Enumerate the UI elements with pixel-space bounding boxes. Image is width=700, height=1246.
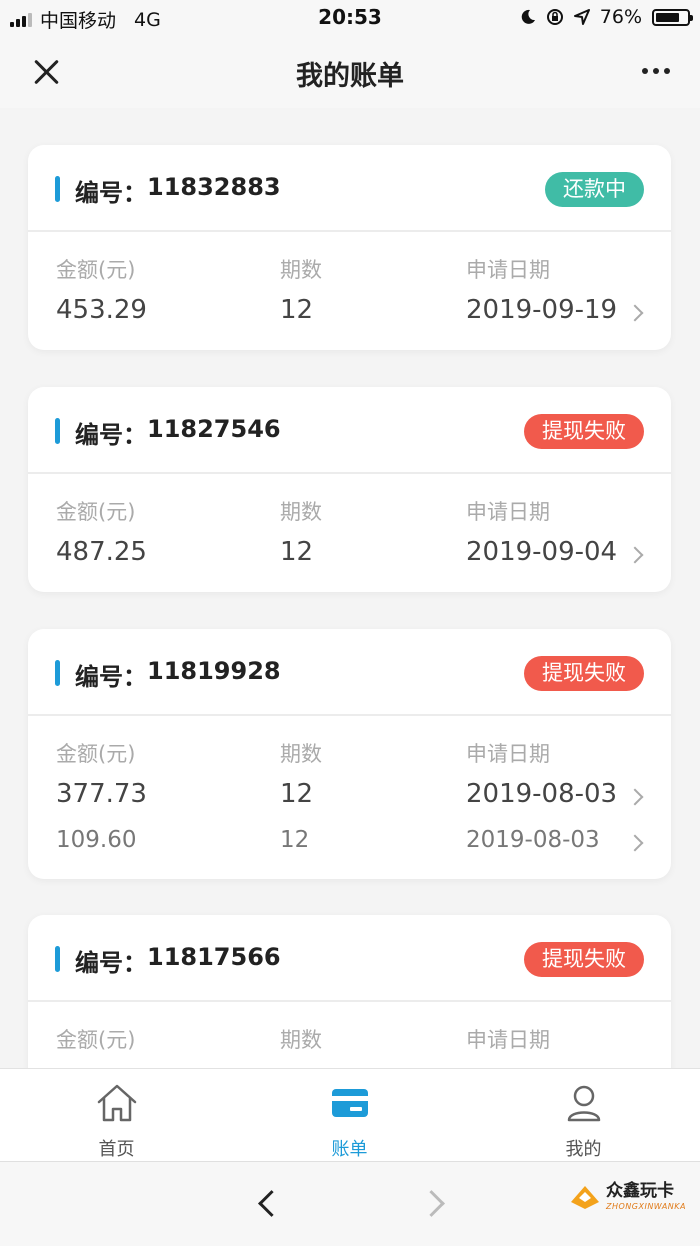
accent-bar xyxy=(55,946,60,972)
tab-me-label: 我的 xyxy=(565,1139,602,1160)
tab-home-label: 首页 xyxy=(98,1139,135,1160)
tab-me[interactable]: 我的 xyxy=(467,1069,700,1162)
bill-card-header: 编号： 11819928 提现失败 xyxy=(28,629,671,716)
forward-arrow-icon[interactable] xyxy=(418,1190,445,1217)
bill-id-prefix: 编号： xyxy=(75,663,147,691)
card-icon xyxy=(331,1089,368,1117)
status-bar: 中国移动 4G 20:53 76% xyxy=(0,0,700,36)
status-badge: 提现失败 xyxy=(524,414,644,449)
periods-value: 12 xyxy=(280,827,310,853)
amount-value: 377.73 xyxy=(56,779,147,809)
page-title: 我的账单 xyxy=(296,61,404,92)
bill-id: 11819928 xyxy=(147,657,281,685)
moon-icon xyxy=(521,9,535,24)
apply-date-value: 2019-08-03 xyxy=(466,827,600,853)
apply-date-label: 申请日期 xyxy=(466,1028,550,1052)
amount-label: 金额(元) xyxy=(56,742,136,766)
apply-date-value: 2019-09-19 xyxy=(466,295,618,325)
chevron-right-icon[interactable] xyxy=(626,834,644,852)
back-arrow-icon[interactable] xyxy=(258,1190,285,1217)
battery-icon xyxy=(652,8,693,26)
watermark-icon xyxy=(571,1186,599,1209)
bill-card-header: 编号： 11827546 提现失败 xyxy=(28,387,671,474)
home-icon xyxy=(97,1084,136,1122)
apply-date-label: 申请日期 xyxy=(466,742,550,766)
tab-bill-label: 账单 xyxy=(331,1139,368,1160)
apply-date-value: 2019-09-04 xyxy=(466,537,618,567)
status-badge: 提现失败 xyxy=(524,942,644,977)
bill-card-header: 编号： 11832883 还款中 xyxy=(28,145,671,232)
chevron-right-icon[interactable] xyxy=(626,546,644,564)
periods-value: 12 xyxy=(280,295,314,325)
watermark-text: 众鑫玩卡 xyxy=(606,1181,674,1201)
watermark-logo: 众鑫玩卡 ZHONGXINWANKA xyxy=(568,1182,686,1212)
periods-label: 期数 xyxy=(280,258,322,282)
bill-card[interactable]: 编号： 11819928 提现失败 金额(元) 期数 申请日期 377.73 12… xyxy=(28,629,671,879)
chevron-right-icon[interactable] xyxy=(626,788,644,806)
bill-id-prefix: 编号： xyxy=(75,949,147,977)
amount-label: 金额(元) xyxy=(56,500,136,524)
nav-bar: 我的账单 xyxy=(0,36,700,108)
bill-card[interactable]: 编号： 11827546 提现失败 金额(元) 期数 申请日期 487.25 12… xyxy=(28,387,671,592)
accent-bar xyxy=(55,660,60,686)
user-icon xyxy=(567,1085,600,1122)
amount-label: 金额(元) xyxy=(56,1028,136,1052)
bill-card[interactable]: 编号： 11832883 还款中 金额(元) 期数 申请日期 453.29 12 … xyxy=(28,145,671,350)
periods-label: 期数 xyxy=(280,1028,322,1052)
status-badge: 还款中 xyxy=(545,172,644,207)
bill-list: 编号： 11832883 还款中 金额(元) 期数 申请日期 453.29 12 … xyxy=(0,108,700,1068)
battery-percent: 76% xyxy=(599,6,642,28)
more-icon[interactable] xyxy=(642,68,670,74)
tab-bar: 首页 账单 我的 xyxy=(0,1068,700,1162)
bill-id: 11827546 xyxy=(147,415,281,443)
periods-label: 期数 xyxy=(280,500,322,524)
accent-bar xyxy=(55,176,60,202)
status-badge: 提现失败 xyxy=(524,656,644,691)
bill-card[interactable]: 编号： 11817566 提现失败 金额(元) 期数 申请日期 xyxy=(28,915,671,1068)
browser-toolbar: 众鑫玩卡 ZHONGXINWANKA xyxy=(0,1161,700,1246)
periods-value: 12 xyxy=(280,779,314,809)
amount-value: 453.29 xyxy=(56,295,147,325)
periods-label: 期数 xyxy=(280,742,322,766)
accent-bar xyxy=(55,418,60,444)
apply-date-label: 申请日期 xyxy=(466,500,550,524)
apply-date-label: 申请日期 xyxy=(466,258,550,282)
tab-home[interactable]: 首页 xyxy=(0,1069,233,1162)
bill-id-prefix: 编号： xyxy=(75,179,147,207)
bill-card-header: 编号： 11817566 提现失败 xyxy=(28,915,671,1002)
apply-date-value: 2019-08-03 xyxy=(466,779,618,809)
bill-id-prefix: 编号： xyxy=(75,421,147,449)
rotation-lock-icon xyxy=(546,9,563,25)
watermark-subtext: ZHONGXINWANKA xyxy=(606,1202,686,1211)
location-icon xyxy=(573,9,590,25)
amount-value: 109.60 xyxy=(56,827,137,853)
bill-id: 11832883 xyxy=(147,173,281,201)
bill-id: 11817566 xyxy=(147,943,281,971)
periods-value: 12 xyxy=(280,537,314,567)
tab-bill[interactable]: 账单 xyxy=(233,1069,466,1162)
amount-value: 487.25 xyxy=(56,537,147,567)
chevron-right-icon[interactable] xyxy=(626,304,644,322)
amount-label: 金额(元) xyxy=(56,258,136,282)
